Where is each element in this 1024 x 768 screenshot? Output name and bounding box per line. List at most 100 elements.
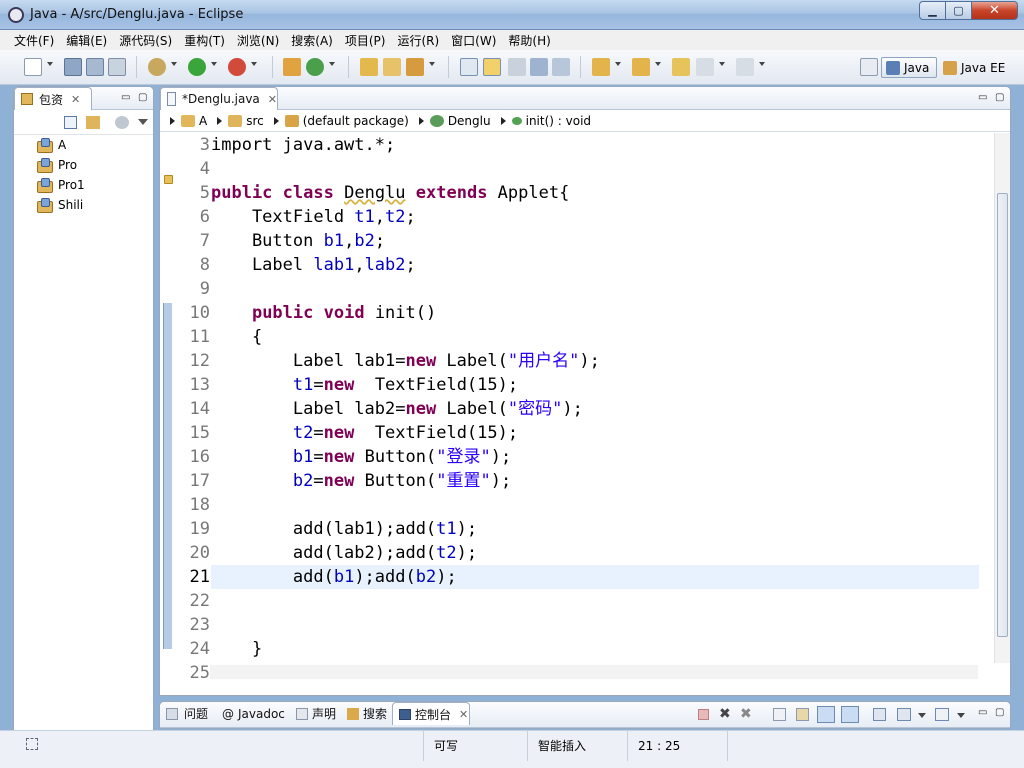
menu-run[interactable]: 运行(R) (391, 32, 445, 49)
link-editor-icon[interactable] (86, 116, 100, 129)
code-line[interactable]: } (211, 637, 979, 661)
menu-help[interactable]: 帮助(H) (502, 32, 556, 49)
minimize-view-icon[interactable]: ▭ (978, 707, 987, 718)
remove-launch-icon[interactable]: ✖ (719, 706, 731, 722)
code-line[interactable]: t2=new TextField(15); (211, 421, 979, 445)
open-task-icon[interactable] (383, 58, 401, 76)
tab-problems[interactable]: 问题 (160, 702, 216, 725)
display-console-icon[interactable] (897, 708, 911, 721)
show-whitespace-icon[interactable] (530, 58, 548, 76)
code-line[interactable]: Label lab1=new Label("用户名"); (211, 349, 979, 373)
tab-declaration[interactable]: 声明 (290, 702, 342, 725)
debug-dropdown-icon[interactable] (171, 62, 177, 66)
clear-console-icon[interactable] (773, 708, 786, 721)
code-line[interactable]: add(b1);add(b2); (211, 565, 979, 589)
breadcrumb-project[interactable]: A (181, 114, 207, 128)
run-icon[interactable] (188, 58, 206, 76)
forward-dropdown-icon[interactable] (759, 62, 765, 66)
code-line[interactable]: Label lab1,lab2; (211, 253, 979, 277)
last-edit-location-icon[interactable] (672, 58, 690, 76)
code-line[interactable] (211, 493, 979, 517)
code-line[interactable] (211, 157, 979, 181)
new-package-icon[interactable] (283, 58, 301, 76)
display-console-dropdown-icon[interactable] (918, 713, 926, 718)
code-line[interactable]: t1=new TextField(15); (211, 373, 979, 397)
mark-occurrences-icon[interactable] (483, 58, 501, 76)
perspective-java[interactable]: Java (881, 57, 937, 78)
forward-arrow-icon[interactable] (736, 58, 754, 76)
open-console-icon[interactable] (935, 708, 949, 721)
breadcrumb-package[interactable]: (default package) (284, 114, 409, 128)
close-tab-icon[interactable]: ✕ (268, 93, 277, 106)
new-icon[interactable] (24, 58, 42, 76)
minimize-view-icon[interactable]: ▭ (978, 92, 987, 103)
menu-edit[interactable]: 编辑(E) (60, 32, 113, 49)
perspective-javaee[interactable]: Java EE (939, 57, 1011, 78)
menu-refactor[interactable]: 重构(T) (178, 32, 231, 49)
breadcrumb-arrow-icon[interactable] (217, 116, 223, 125)
code-line[interactable]: b2=new Button("重置"); (211, 469, 979, 493)
project-item[interactable]: Pro1 (36, 176, 85, 194)
code-line[interactable]: import java.awt.*; (211, 133, 979, 157)
debug-icon[interactable] (148, 58, 166, 76)
search-dropdown-icon[interactable] (429, 62, 435, 66)
horizontal-scrollbar[interactable] (210, 665, 978, 679)
remove-all-launches-icon[interactable]: ✖ (740, 706, 752, 722)
project-item[interactable]: Shili (36, 196, 83, 214)
breadcrumb-arrow-icon[interactable] (418, 116, 424, 125)
project-item[interactable]: A (36, 136, 66, 154)
external-tools-icon[interactable] (228, 58, 246, 76)
open-type-icon[interactable] (360, 58, 378, 76)
tab-denglu-java[interactable]: *Denglu.java ✕ (160, 87, 278, 110)
search-icon[interactable] (406, 58, 424, 76)
close-tab-icon[interactable]: ✕ (459, 708, 468, 721)
code-line[interactable]: { (211, 325, 979, 349)
code-line[interactable]: Button b1,b2; (211, 229, 979, 253)
menu-source[interactable]: 源代码(S) (113, 32, 178, 49)
pin-console-icon[interactable] (873, 708, 886, 721)
block-selection-icon[interactable] (508, 58, 526, 76)
vertical-scrollbar[interactable] (994, 133, 1010, 663)
tab-search[interactable]: 搜索 (341, 702, 393, 725)
maximize-view-icon[interactable]: ▢ (138, 92, 147, 103)
view-menu-icon[interactable] (115, 116, 129, 129)
back-arrow-icon[interactable] (696, 58, 714, 76)
tab-javadoc[interactable]: @ Javadoc (216, 702, 292, 725)
next-annotation-icon[interactable] (592, 58, 610, 76)
menu-navigate[interactable]: 浏览(N) (231, 32, 285, 49)
save-icon[interactable] (64, 58, 82, 76)
maximize-view-icon[interactable]: ▢ (995, 92, 1004, 103)
open-console-dropdown-icon[interactable] (957, 713, 965, 718)
new-dropdown-icon[interactable] (47, 62, 53, 66)
code-line[interactable]: public class Denglu extends Applet{ (211, 181, 979, 205)
new-class-dropdown-icon[interactable] (329, 62, 335, 66)
scrollbar-thumb[interactable] (997, 193, 1008, 637)
back-dropdown-icon[interactable] (719, 62, 725, 66)
code-editor[interactable]: 3 4 5 6 7 8 9 10 11 12 13 14 15 16 17 18… (160, 133, 1010, 679)
close-tab-icon[interactable]: ✕ (71, 93, 80, 106)
view-menu-dropdown-icon[interactable] (138, 119, 148, 125)
code-line[interactable]: add(lab1);add(t1); (211, 517, 979, 541)
code-line[interactable] (211, 589, 979, 613)
collapse-all-icon[interactable] (64, 116, 77, 129)
breadcrumb-arrow-icon[interactable] (170, 116, 175, 125)
code-line[interactable]: b1=new Button("登录"); (211, 445, 979, 469)
terminate-icon[interactable] (698, 709, 709, 720)
menu-search[interactable]: 搜索(A) (285, 32, 339, 49)
maximize-button[interactable]: ▢ (946, 1, 972, 20)
code-line[interactable]: public void init() (211, 301, 979, 325)
previous-annotation-dropdown-icon[interactable] (655, 62, 661, 66)
code-line[interactable]: add(lab2);add(t2); (211, 541, 979, 565)
fast-view-icon[interactable] (26, 738, 38, 750)
next-annotation-dropdown-icon[interactable] (615, 62, 621, 66)
close-button[interactable]: ✕ (972, 1, 1018, 20)
maximize-view-icon[interactable]: ▢ (995, 707, 1004, 718)
save-all-icon[interactable] (86, 58, 104, 76)
minimize-view-icon[interactable]: ▭ (121, 92, 130, 103)
breadcrumb-method[interactable]: init() : void (511, 114, 591, 128)
menu-project[interactable]: 项目(P) (339, 32, 392, 49)
breadcrumb-arrow-icon[interactable] (500, 116, 506, 125)
code-lines[interactable]: import java.awt.*; public class Denglu e… (211, 133, 979, 679)
print-icon[interactable] (108, 58, 126, 76)
breadcrumb-src[interactable]: src (228, 114, 264, 128)
